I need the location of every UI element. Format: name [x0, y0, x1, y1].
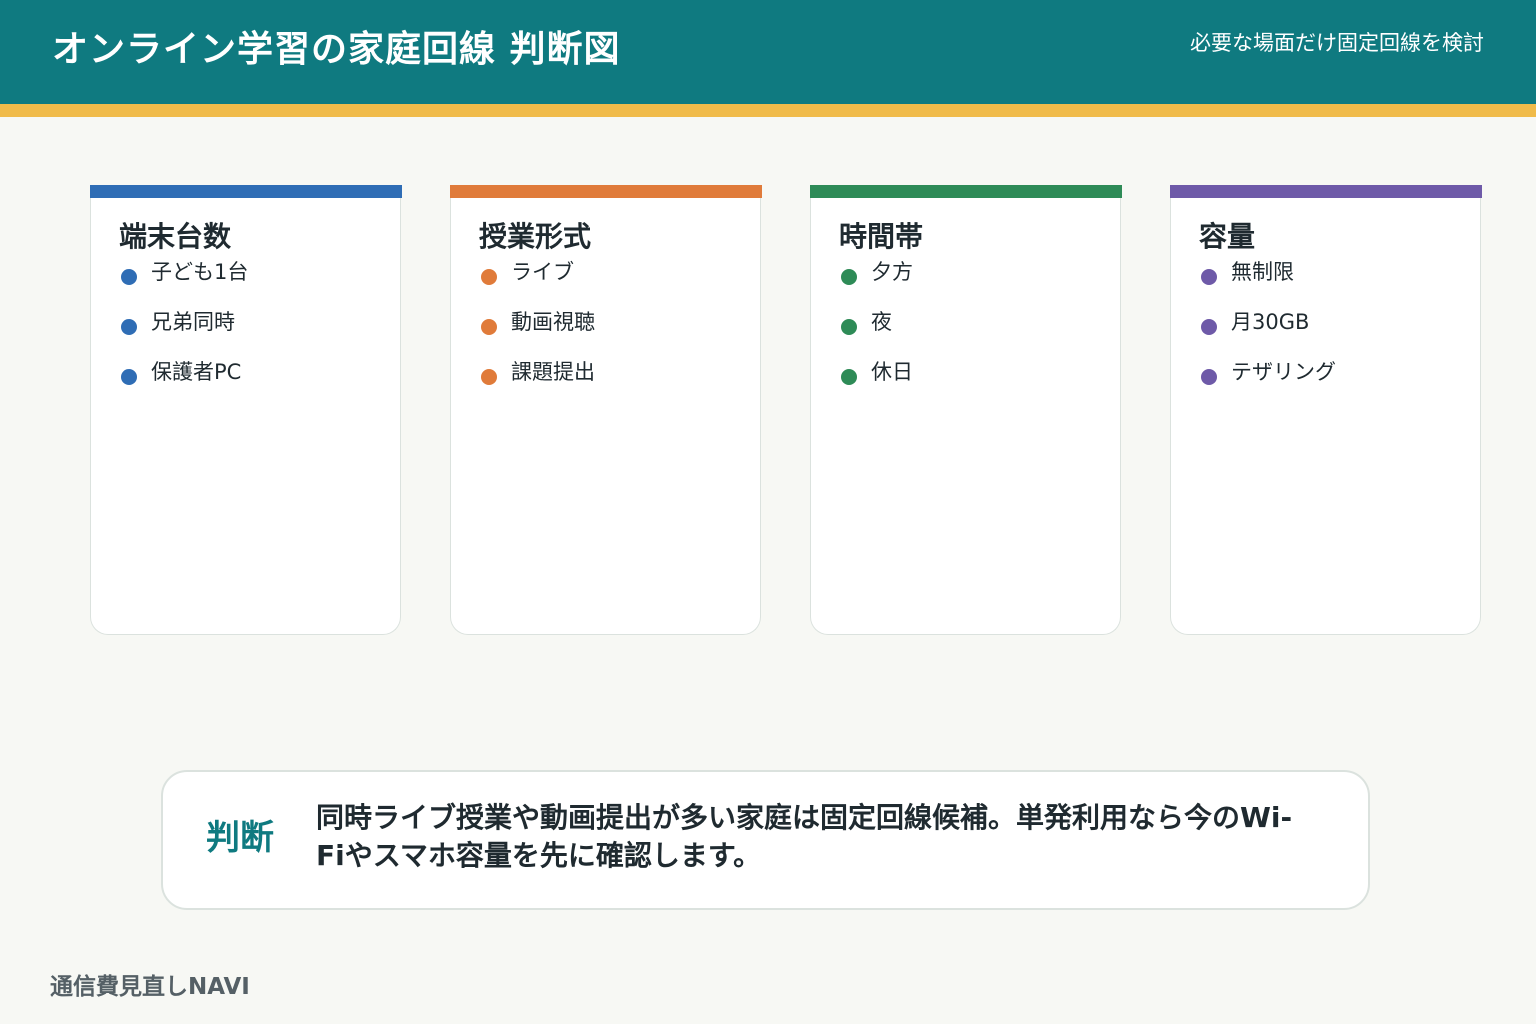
- card-title: 容量: [1199, 220, 1256, 253]
- bullet-dot-icon: [481, 269, 497, 285]
- list-item: 子ども1台: [121, 257, 248, 307]
- bullet-dot-icon: [121, 369, 137, 385]
- list-item-label: ライブ: [511, 260, 574, 284]
- header-accent-stripe: [0, 104, 1536, 117]
- list-item: 動画視聴: [481, 307, 595, 357]
- bullet-dot-icon: [121, 269, 137, 285]
- card-class-format: 授業形式 ライブ 動画視聴 課題提出: [449, 185, 762, 635]
- judgement-box: 判断 同時ライブ授業や動画提出が多い家庭は固定回線候補。単発利用なら今のWi-F…: [161, 770, 1370, 910]
- list-item: 夜: [841, 307, 913, 357]
- list-item: 課題提出: [481, 357, 595, 407]
- list-item-label: 子ども1台: [151, 260, 249, 284]
- list-item: 月30GB: [1201, 307, 1336, 357]
- list-item-label: 保護者PC: [151, 360, 242, 384]
- list-item-label: 兄弟同時: [151, 310, 235, 334]
- list-item-label: テザリング: [1231, 360, 1336, 384]
- card-device-count: 端末台数 子ども1台 兄弟同時 保護者PC: [89, 185, 402, 635]
- list-item: ライブ: [481, 257, 595, 307]
- list-item-label: 課題提出: [511, 360, 595, 384]
- page-title: オンライン学習の家庭回線 判断図: [52, 29, 621, 70]
- bullet-dot-icon: [1201, 319, 1217, 335]
- card-color-bar: [89, 185, 402, 198]
- list-item-label: 夜: [871, 310, 892, 334]
- judgement-label: 判断: [206, 818, 274, 858]
- card-list: 子ども1台 兄弟同時 保護者PC: [121, 257, 248, 407]
- bullet-dot-icon: [481, 369, 497, 385]
- bullet-dot-icon: [1201, 369, 1217, 385]
- list-item-label: 休日: [871, 360, 913, 384]
- list-item: 保護者PC: [121, 357, 248, 407]
- list-item: 夕方: [841, 257, 913, 307]
- bullet-dot-icon: [1201, 269, 1217, 285]
- bullet-dot-icon: [841, 319, 857, 335]
- card-list: 無制限 月30GB テザリング: [1201, 257, 1336, 407]
- card-time-slot: 時間帯 夕方 夜 休日: [809, 185, 1122, 635]
- card-color-bar: [449, 185, 762, 198]
- card-list: 夕方 夜 休日: [841, 257, 913, 407]
- list-item: 休日: [841, 357, 913, 407]
- list-item-label: 無制限: [1231, 260, 1294, 284]
- list-item: 兄弟同時: [121, 307, 248, 357]
- card-color-bar: [1169, 185, 1482, 198]
- card-title: 端末台数: [119, 220, 232, 253]
- header: オンライン学習の家庭回線 判断図 必要な場面だけ固定回線を検討: [0, 0, 1536, 104]
- bullet-dot-icon: [481, 319, 497, 335]
- judgement-text: 同時ライブ授業や動画提出が多い家庭は固定回線候補。単発利用なら今のWi-Fiやス…: [316, 801, 1293, 872]
- bullet-dot-icon: [121, 319, 137, 335]
- card-title: 時間帯: [839, 220, 924, 253]
- list-item: 無制限: [1201, 257, 1336, 307]
- footer-brand: 通信費見直しNAVI: [50, 974, 250, 1000]
- card-list: ライブ 動画視聴 課題提出: [481, 257, 595, 407]
- list-item-label: 夕方: [871, 260, 913, 284]
- bullet-dot-icon: [841, 269, 857, 285]
- card-capacity: 容量 無制限 月30GB テザリング: [1169, 185, 1482, 635]
- card-color-bar: [809, 185, 1122, 198]
- bullet-dot-icon: [841, 369, 857, 385]
- list-item: テザリング: [1201, 357, 1336, 407]
- header-subtitle: 必要な場面だけ固定回線を検討: [1190, 31, 1484, 55]
- list-item-label: 動画視聴: [511, 310, 595, 334]
- list-item-label: 月30GB: [1231, 310, 1310, 334]
- card-title: 授業形式: [479, 220, 592, 253]
